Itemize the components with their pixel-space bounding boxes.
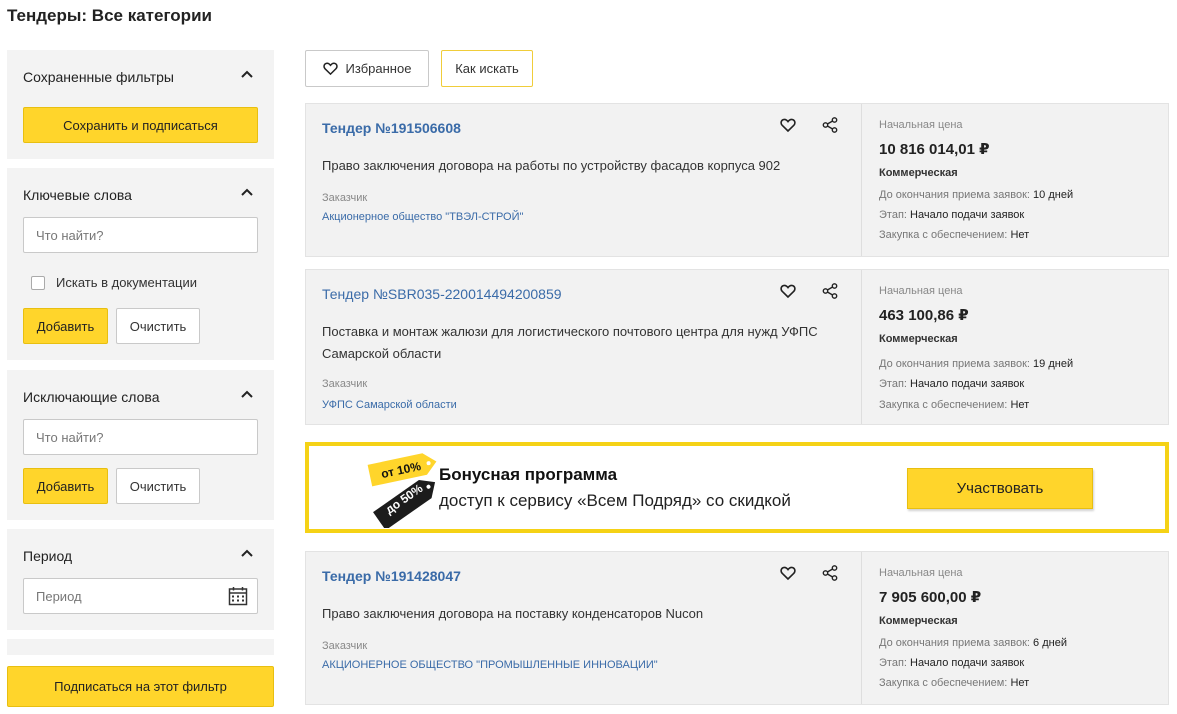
favorites-label: Избранное xyxy=(345,61,412,76)
security-label: Закупка с обеспечением: xyxy=(879,399,1008,411)
period-panel: Период Период xyxy=(7,529,274,630)
tender-price: 7 905 600,00 ₽ xyxy=(879,589,982,606)
stage-row: Этап: Начало подачи заявок xyxy=(879,657,1024,669)
heart-icon[interactable] xyxy=(780,117,796,133)
customer-link[interactable]: УФПС Самарской области xyxy=(322,399,457,411)
exclude-words-input[interactable]: Что найти? xyxy=(23,419,258,455)
how-to-search-button[interactable]: Как искать xyxy=(441,50,533,87)
panel-divider xyxy=(7,639,274,655)
security-row: Закупка с обеспечением: Нет xyxy=(879,399,1029,411)
security-row: Закупка с обеспечением: Нет xyxy=(879,677,1029,689)
stage-label: Этап: xyxy=(879,209,907,221)
deadline-value: 10 дней xyxy=(1033,189,1074,201)
customer-label: Заказчик xyxy=(322,640,368,652)
deadline-row: До окончания приема заявок: 6 дней xyxy=(879,637,1067,649)
keywords-panel: Ключевые слова Что найти? Искать в докум… xyxy=(7,168,274,360)
heart-icon[interactable] xyxy=(780,283,796,299)
favorites-button[interactable]: Избранное xyxy=(305,50,429,87)
heart-icon xyxy=(322,62,338,76)
banner-title: Бонусная программа xyxy=(439,465,618,484)
tender-description: Право заключения договора на поставку ко… xyxy=(322,606,704,621)
deadline-row: До окончания приема заявок: 19 дней xyxy=(879,358,1073,370)
security-row: Закупка с обеспечением: Нет xyxy=(879,229,1029,241)
security-label: Закупка с обеспечением: xyxy=(879,229,1008,241)
stage-label: Этап: xyxy=(879,378,907,390)
deadline-label: До окончания приема заявок: xyxy=(879,358,1030,370)
exclude-add-button[interactable]: Добавить xyxy=(23,468,108,504)
tender-number-link[interactable]: Тендер №191506608 xyxy=(322,120,461,136)
search-in-docs-checkbox[interactable] xyxy=(31,276,45,290)
deadline-row: До окончания приема заявок: 10 дней xyxy=(879,189,1073,201)
customer-label: Заказчик xyxy=(322,192,368,204)
exclude-words-panel: Исключающие слова Что найти? Добавить Оч… xyxy=(7,370,274,520)
security-label: Закупка с обеспечением: xyxy=(879,677,1008,689)
chevron-up-icon[interactable] xyxy=(240,387,254,401)
tender-number-link[interactable]: Тендер №191428047 xyxy=(322,568,461,584)
deadline-label: До окончания приема заявок: xyxy=(879,189,1030,201)
heart-icon[interactable] xyxy=(780,565,796,581)
customer-label: Заказчик xyxy=(322,378,368,390)
tender-type: Коммерческая xyxy=(879,167,958,179)
banner-subtitle: доступ к сервису «Всем Подряд» со скидко… xyxy=(439,491,791,510)
exclude-clear-button[interactable]: Очистить xyxy=(116,468,200,504)
saved-filters-title: Сохраненные фильтры xyxy=(23,69,174,85)
start-price-label: Начальная цена xyxy=(879,567,963,579)
tender-card[interactable]: Тендер №191428047 Право заключения догов… xyxy=(305,551,1169,705)
tender-number-link[interactable]: Тендер №SBR035-220014494200859 xyxy=(322,286,562,302)
deadline-value: 19 дней xyxy=(1033,358,1074,370)
customer-link[interactable]: АКЦИОНЕРНОЕ ОБЩЕСТВО "ПРОМЫШЛЕННЫЕ ИННОВ… xyxy=(322,659,658,671)
tender-price: 463 100,86 ₽ xyxy=(879,307,969,324)
share-icon[interactable] xyxy=(822,117,838,133)
chevron-up-icon[interactable] xyxy=(240,185,254,199)
stage-value: Начало подачи заявок xyxy=(910,657,1025,669)
tender-card[interactable]: Тендер №SBR035-220014494200859 Поставка … xyxy=(305,269,1169,425)
deadline-label: До окончания приема заявок: xyxy=(879,637,1030,649)
tender-description: Поставка и монтаж жалюзи для логистическ… xyxy=(322,324,818,361)
participate-button[interactable]: Участвовать xyxy=(907,468,1093,509)
bonus-banner[interactable]: от 10% до 50% Бонусная программа доступ … xyxy=(305,442,1169,533)
start-price-label: Начальная цена xyxy=(879,119,963,131)
tender-description: Право заключения договора на работы по у… xyxy=(322,158,781,173)
keywords-input[interactable]: Что найти? xyxy=(23,217,258,253)
calendar-icon[interactable] xyxy=(228,586,248,606)
tender-type: Коммерческая xyxy=(879,615,958,627)
stage-value: Начало подачи заявок xyxy=(910,209,1025,221)
period-title: Период xyxy=(23,548,73,564)
share-icon[interactable] xyxy=(822,283,838,299)
customer-link[interactable]: Акционерное общество "ТВЭЛ-СТРОЙ" xyxy=(322,211,523,223)
keywords-clear-button[interactable]: Очистить xyxy=(116,308,200,344)
stage-row: Этап: Начало подачи заявок xyxy=(879,209,1024,221)
security-value: Нет xyxy=(1010,677,1030,689)
share-icon[interactable] xyxy=(822,565,838,581)
search-in-docs-label: Искать в документации xyxy=(56,275,197,290)
page-title: Тендеры: Все категории xyxy=(7,6,212,25)
keywords-title: Ключевые слова xyxy=(23,187,132,203)
security-value: Нет xyxy=(1010,229,1030,241)
stage-row: Этап: Начало подачи заявок xyxy=(879,378,1024,390)
subscribe-filter-button[interactable]: Подписаться на этот фильтр xyxy=(7,666,274,707)
tender-type: Коммерческая xyxy=(879,333,958,345)
tender-price: 10 816 014,01 ₽ xyxy=(879,141,990,158)
stage-value: Начало подачи заявок xyxy=(910,378,1025,390)
saved-filters-panel: Сохраненные фильтры Сохранить и подписат… xyxy=(7,50,274,159)
period-input[interactable]: Период xyxy=(23,578,258,614)
start-price-label: Начальная цена xyxy=(879,285,963,297)
security-value: Нет xyxy=(1010,399,1030,411)
chevron-up-icon[interactable] xyxy=(240,546,254,560)
chevron-up-icon[interactable] xyxy=(240,67,254,81)
tender-card[interactable]: Тендер №191506608 Право заключения догов… xyxy=(305,103,1169,257)
deadline-value: 6 дней xyxy=(1033,637,1067,649)
stage-label: Этап: xyxy=(879,657,907,669)
exclude-words-title: Исключающие слова xyxy=(23,389,160,405)
keywords-add-button[interactable]: Добавить xyxy=(23,308,108,344)
save-and-subscribe-button[interactable]: Сохранить и подписаться xyxy=(23,107,258,143)
